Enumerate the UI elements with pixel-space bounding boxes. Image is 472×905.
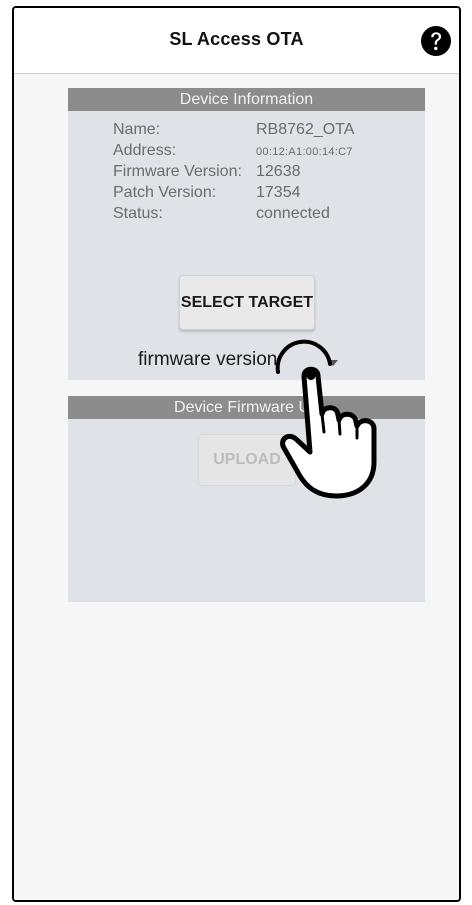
device-information-panel: Device Information Name: RB8762_OTA Addr… xyxy=(68,88,425,380)
name-label: Name: xyxy=(113,121,161,138)
status-value: connected xyxy=(256,205,330,222)
select-target-button[interactable]: SELECT TARGET xyxy=(179,275,315,330)
info-row-patch-version: Patch Version: 17354 xyxy=(113,184,415,206)
upload-button[interactable]: UPLOAD xyxy=(198,434,296,486)
info-row-name: Name: RB8762_OTA xyxy=(113,121,415,143)
help-circle-icon[interactable] xyxy=(420,25,452,57)
address-value: 00:12:A1:00:14:C7 xyxy=(256,146,353,158)
address-label: Address: xyxy=(113,142,177,159)
chevron-down-icon xyxy=(328,360,338,366)
info-row-address: Address: 00:12:A1:00:14:C7 xyxy=(113,142,415,164)
firmware-version-select[interactable]: firmware version xyxy=(138,349,358,379)
main-content: Device Information Name: RB8762_OTA Addr… xyxy=(14,74,459,900)
device-firmware-update-header: Device Firmware Up xyxy=(68,396,425,419)
firmware-select-value: firmware version xyxy=(138,349,278,370)
device-information-header: Device Information xyxy=(68,88,425,111)
info-row-firmware-version: Firmware Version: 12638 xyxy=(113,163,415,185)
phone-frame: SL Access OTA Device Information Name: R… xyxy=(12,6,461,902)
status-label: Status: xyxy=(113,205,163,222)
patch-version-label: Patch Version: xyxy=(113,184,217,201)
firmware-version-label: Firmware Version: xyxy=(113,163,242,180)
app-header: SL Access OTA xyxy=(14,8,459,74)
firmware-version-value: 12638 xyxy=(256,163,301,180)
info-row-status: Status: connected xyxy=(113,205,415,227)
patch-version-value: 17354 xyxy=(256,184,301,201)
device-firmware-update-panel: Device Firmware Up UPLOAD xyxy=(68,396,425,602)
name-value: RB8762_OTA xyxy=(256,121,355,138)
page-title: SL Access OTA xyxy=(169,29,304,49)
